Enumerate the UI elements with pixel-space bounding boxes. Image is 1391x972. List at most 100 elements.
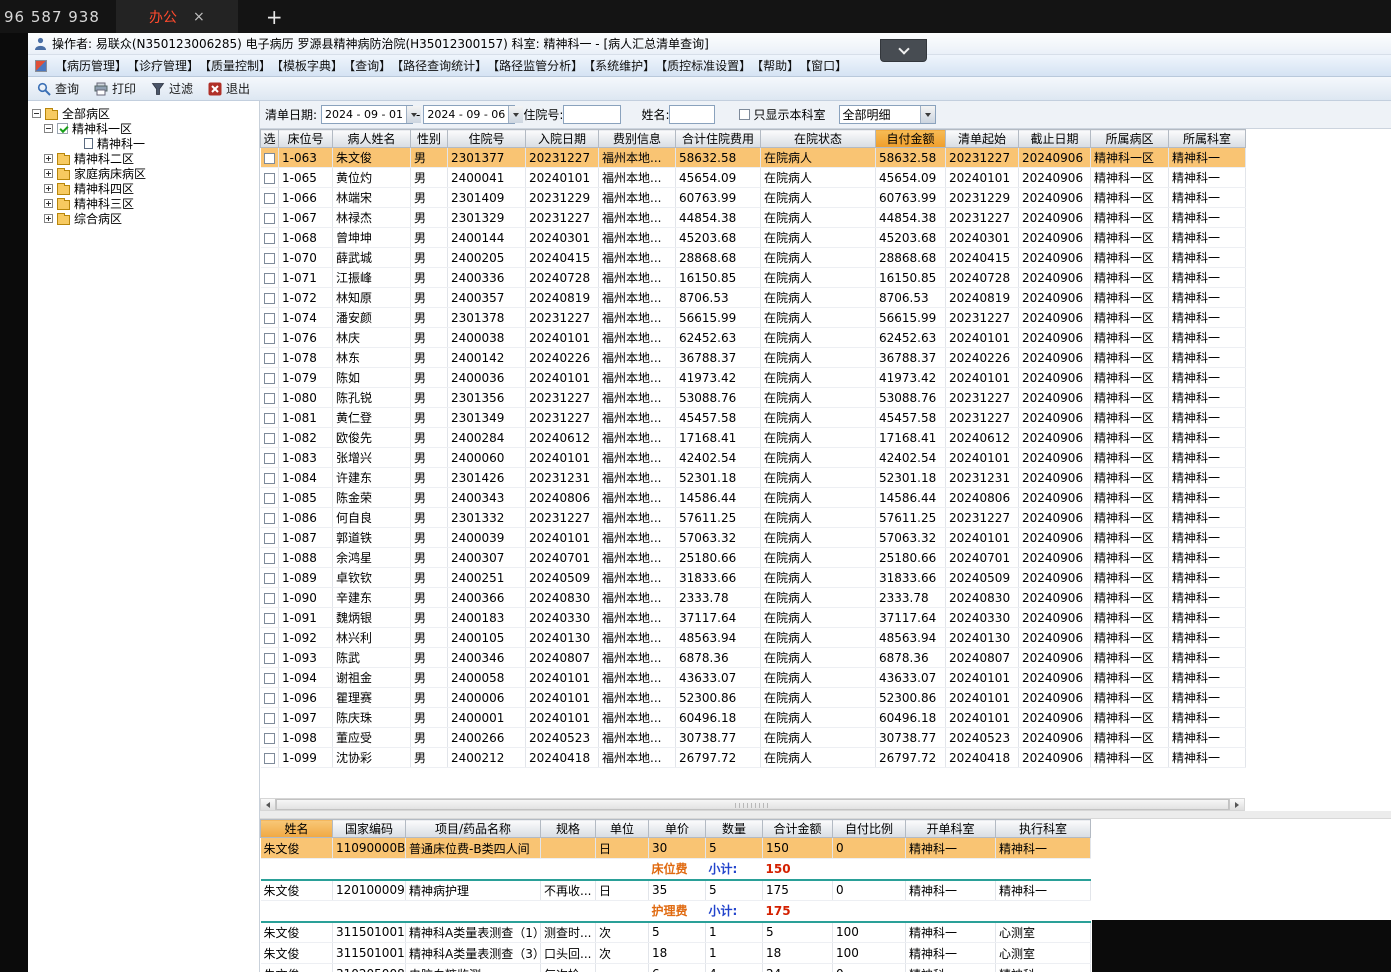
patient-row[interactable]: 1-063 朱文俊男 2301377 20231227 福州本地... 58632.58 在… — [260, 147, 1246, 168]
column-header[interactable]: 住院号 — [447, 129, 526, 148]
menu-item[interactable]: 【诊疗管理】 — [130, 57, 202, 75]
expand-icon[interactable] — [44, 169, 53, 178]
column-header[interactable]: 单价 — [648, 819, 706, 838]
pane-splitter[interactable] — [260, 811, 1391, 819]
patient-row[interactable]: 1-074 潘安颜男 2301378 20231227 福州本地... 56615.99 在… — [260, 307, 1246, 328]
row-checkbox[interactable] — [263, 252, 275, 264]
column-header[interactable]: 执行科室 — [995, 819, 1091, 838]
patient-row[interactable]: 1-087 郭道铁男 2400039 20240101 福州本地... 57063.32 在… — [260, 527, 1246, 548]
tab-close-icon[interactable]: × — [193, 9, 205, 25]
patient-row[interactable]: 1-097 陈庆珠男 2400001 20240101 福州本地... 60496.18 在… — [260, 707, 1246, 728]
expand-icon[interactable] — [44, 184, 53, 193]
patient-row[interactable]: 1-072 林知原男 2400357 20240819 福州本地... 8706.53 在院… — [260, 287, 1246, 308]
patient-row[interactable]: 1-089 卓钦钦男 2400251 20240509 福州本地... 31833.66 在… — [260, 567, 1246, 588]
collapse-icon[interactable] — [44, 124, 53, 133]
column-header[interactable]: 入院日期 — [525, 129, 599, 148]
column-header[interactable]: 数量 — [705, 819, 763, 838]
scroll-right-icon[interactable] — [1229, 799, 1244, 810]
patient-row[interactable]: 1-098 董应受男 2400266 20240523 福州本地... 30738.77 在… — [260, 727, 1246, 748]
column-header[interactable]: 所属病区 — [1090, 129, 1169, 148]
patient-row[interactable]: 1-071 江振峰男 2400336 20240728 福州本地... 16150.85 在… — [260, 267, 1246, 288]
filter-button[interactable]: 过滤 — [151, 80, 193, 97]
row-checkbox[interactable] — [263, 292, 275, 304]
patient-row[interactable]: 1-076 林庆男 2400038 20240101 福州本地... 62452.63 在院… — [260, 327, 1246, 348]
tree-item-family-ward[interactable]: 家庭病床病区 — [28, 166, 259, 181]
patient-row[interactable]: 1-068 曾坤坤男 2400144 20240301 福州本地... 45203.68 在… — [260, 227, 1246, 248]
column-header[interactable]: 自付比例 — [832, 819, 906, 838]
row-checkbox[interactable] — [263, 732, 275, 744]
menu-item[interactable]: 【系统维护】 — [586, 57, 658, 75]
column-header[interactable]: 费别信息 — [598, 129, 676, 148]
tree-item-ward3[interactable]: 精神科三区 — [28, 196, 259, 211]
patient-row[interactable]: 1-066 林端宋男 2301409 20231229 福州本地... 60763.99 在… — [260, 187, 1246, 208]
row-checkbox[interactable] — [263, 352, 275, 364]
patient-row[interactable]: 1-067 林禄杰男 2301329 20231227 福州本地... 44854.38 在… — [260, 207, 1246, 228]
row-checkbox[interactable] — [263, 672, 275, 684]
patient-row[interactable]: 1-096 瞿理赛男 2400006 20240101 福州本地... 52300.86 在… — [260, 687, 1246, 708]
column-header[interactable]: 国家编码 — [332, 819, 406, 838]
menu-item[interactable]: 【质量控制】 — [202, 57, 274, 75]
row-checkbox[interactable] — [263, 312, 275, 324]
row-checkbox[interactable] — [263, 552, 275, 564]
column-header[interactable]: 合计住院费用 — [675, 129, 761, 148]
column-header[interactable]: 姓名 — [260, 819, 333, 838]
row-checkbox[interactable] — [263, 172, 275, 184]
patient-row[interactable]: 1-093 陈武男 2400346 20240807 福州本地... 6878.36 在院病… — [260, 647, 1246, 668]
patient-row[interactable]: 1-081 黄仁登男 2301349 20231227 福州本地... 45457.58 在… — [260, 407, 1246, 428]
patient-row[interactable]: 1-099 沈协彩男 2400212 20240418 福州本地... 26797.72 在… — [260, 747, 1246, 768]
row-checkbox[interactable] — [263, 392, 275, 404]
column-header[interactable]: 选 — [260, 129, 279, 148]
column-header[interactable]: 截止日期 — [1018, 129, 1091, 148]
patient-row[interactable]: 1-065 黄位灼男 2400041 20240101 福州本地... 45654.09 在… — [260, 167, 1246, 188]
column-header[interactable]: 合计金额 — [762, 819, 833, 838]
detail-row[interactable]: 朱文俊12010000900精神病护理不再收...日3551750精神科一精神科… — [260, 879, 1091, 901]
scrollbar-thumb[interactable] — [276, 799, 1229, 810]
menu-item[interactable]: 【查询】 — [346, 57, 394, 75]
exit-button[interactable]: 退出 — [208, 80, 250, 97]
chevron-down-icon[interactable] — [508, 106, 524, 123]
column-header[interactable]: 单位 — [595, 819, 649, 838]
patient-row[interactable]: 1-090 辛建东男 2400366 20240830 福州本地... 2333.78 在院… — [260, 587, 1246, 608]
patient-row[interactable]: 1-088 余鸿星男 2400307 20240701 福州本地... 25180.66 在… — [260, 547, 1246, 568]
row-checkbox[interactable] — [263, 332, 275, 344]
tree-item-ward2[interactable]: 精神科二区 — [28, 151, 259, 166]
column-header[interactable]: 性别 — [410, 129, 448, 148]
collapse-icon[interactable] — [32, 109, 41, 118]
row-checkbox[interactable] — [263, 592, 275, 604]
column-header[interactable]: 规格 — [540, 819, 596, 838]
column-header[interactable]: 自付金额 — [875, 129, 946, 148]
menu-item[interactable]: 【质控标准设置】 — [658, 57, 754, 75]
column-header[interactable]: 开单科室 — [905, 819, 996, 838]
inpatient-no-input[interactable] — [563, 105, 622, 124]
patient-row[interactable]: 1-078 林东男 2400142 20240226 福州本地... 36788.37 在院… — [260, 347, 1246, 368]
tree-root[interactable]: 全部病区 — [28, 106, 259, 121]
row-checkbox[interactable] — [263, 752, 275, 764]
row-checkbox[interactable] — [263, 432, 275, 444]
column-header[interactable]: 所属科室 — [1168, 129, 1246, 148]
tree-item-general-ward[interactable]: 综合病区 — [28, 211, 259, 226]
row-checkbox[interactable] — [263, 512, 275, 524]
expand-icon[interactable] — [44, 214, 53, 223]
row-checkbox[interactable] — [263, 572, 275, 584]
patient-row[interactable]: 1-094 谢祖金男 2400058 20240101 福州本地... 43633.07 在… — [260, 667, 1246, 688]
row-checkbox[interactable] — [263, 232, 275, 244]
row-checkbox[interactable] — [263, 612, 275, 624]
detail-level-select[interactable]: 全部明细 — [838, 105, 936, 124]
patient-row[interactable]: 1-070 薛武城男 2400205 20240415 福州本地... 28868.68 在… — [260, 247, 1246, 268]
horizontal-scrollbar[interactable] — [260, 798, 1245, 811]
menu-item[interactable]: 【帮助】 — [754, 57, 802, 75]
menu-item[interactable]: 【病历管理】 — [52, 57, 130, 75]
collapse-panel-button[interactable] — [880, 39, 927, 62]
scroll-left-icon[interactable] — [261, 799, 276, 810]
tree-item-dept1[interactable]: 精神科一 — [28, 136, 259, 151]
menu-item[interactable]: 【路径查询统计】 — [394, 57, 490, 75]
new-tab-button[interactable]: + — [266, 7, 283, 27]
patient-row[interactable]: 1-079 陈如男 2400036 20240101 福州本地... 41973.42 在院… — [260, 367, 1246, 388]
row-checkbox[interactable] — [263, 192, 275, 204]
row-checkbox[interactable] — [263, 712, 275, 724]
row-checkbox[interactable] — [263, 632, 275, 644]
patient-row[interactable]: 1-085 陈金荣男 2400343 20240806 福州本地... 14586.44 在… — [260, 487, 1246, 508]
patient-row[interactable]: 1-080 陈孔锐男 2301356 20231227 福州本地... 53088.76 在… — [260, 387, 1246, 408]
row-checkbox[interactable] — [263, 272, 275, 284]
patient-row[interactable]: 1-082 欧俊先男 2400284 20240612 福州本地... 17168.41 在… — [260, 427, 1246, 448]
